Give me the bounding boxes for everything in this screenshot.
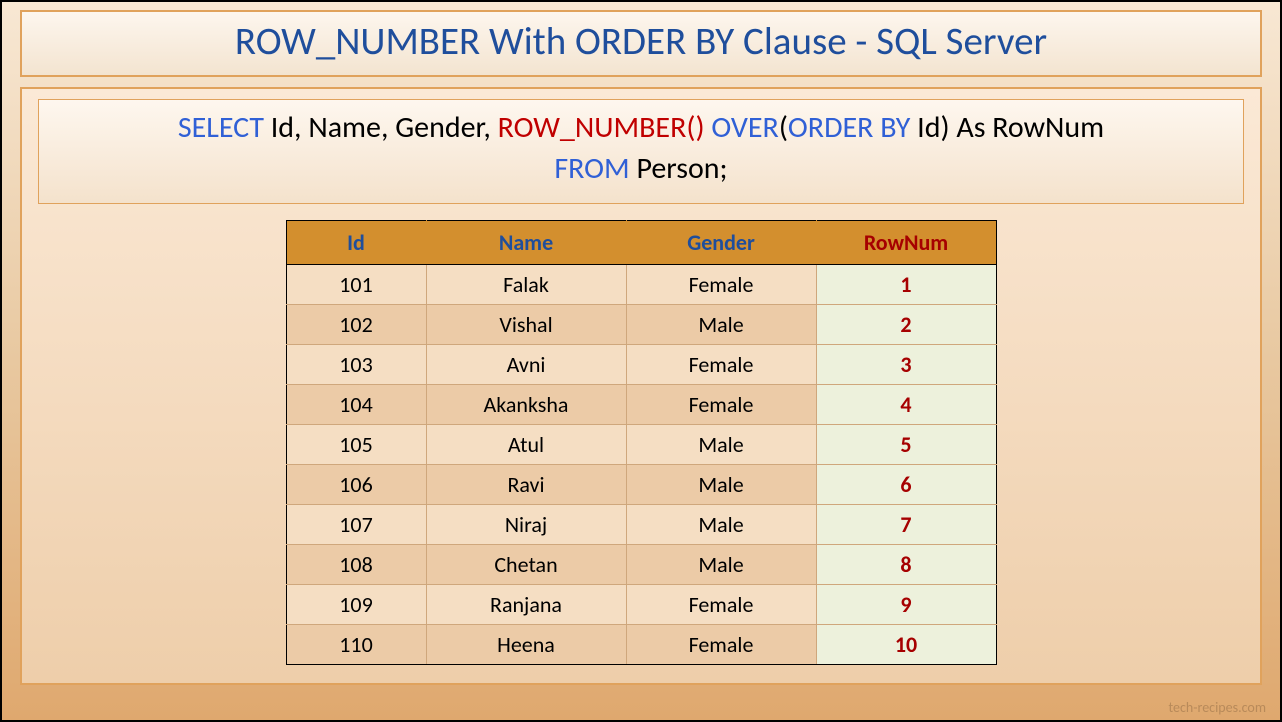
- cell-gender: Male: [626, 505, 816, 545]
- table-row: 107NirajMale7: [286, 505, 996, 545]
- cell-id: 101: [286, 265, 426, 305]
- query-columns: Id, Name, Gender,: [264, 109, 498, 146]
- cell-name: Ravi: [426, 465, 626, 505]
- cell-id: 103: [286, 345, 426, 385]
- cell-rownum: 5: [816, 425, 996, 465]
- table-row: 110HeenaFemale10: [286, 625, 996, 665]
- cell-rownum: 8: [816, 545, 996, 585]
- kw-rownumber: ROW_NUMBER(): [498, 109, 705, 146]
- cell-rownum: 3: [816, 345, 996, 385]
- table-row: 102VishalMale2: [286, 305, 996, 345]
- content-panel: SELECT Id, Name, Gender, ROW_NUMBER() OV…: [20, 87, 1262, 685]
- kw-over: OVER: [705, 109, 779, 146]
- cell-id: 104: [286, 385, 426, 425]
- table-row: 103AvniFemale3: [286, 345, 996, 385]
- cell-name: Ranjana: [426, 585, 626, 625]
- from-table: Person;: [630, 150, 728, 187]
- cell-gender: Male: [626, 305, 816, 345]
- table-row: 109RanjanaFemale9: [286, 585, 996, 625]
- cell-rownum: 1: [816, 265, 996, 305]
- cell-gender: Male: [626, 425, 816, 465]
- alias: As RowNum: [950, 109, 1105, 146]
- col-name: Name: [426, 221, 626, 265]
- cell-id: 102: [286, 305, 426, 345]
- page-title: ROW_NUMBER With ORDER BY Clause - SQL Se…: [235, 18, 1047, 65]
- paren-close: ): [940, 109, 949, 146]
- cell-id: 105: [286, 425, 426, 465]
- result-table: Id Name Gender RowNum 101FalakFemale1102…: [286, 220, 997, 665]
- table-row: 101FalakFemale1: [286, 265, 996, 305]
- cell-name: Niraj: [426, 505, 626, 545]
- col-rownum: RowNum: [816, 221, 996, 265]
- cell-id: 110: [286, 625, 426, 665]
- cell-name: Akanksha: [426, 385, 626, 425]
- kw-orderby: ORDER BY: [788, 109, 910, 146]
- table-row: 104AkankshaFemale4: [286, 385, 996, 425]
- col-id: Id: [286, 221, 426, 265]
- cell-gender: Female: [626, 385, 816, 425]
- orderby-col: Id: [910, 109, 940, 146]
- cell-id: 106: [286, 465, 426, 505]
- table-row: 105AtulMale5: [286, 425, 996, 465]
- cell-rownum: 4: [816, 385, 996, 425]
- cell-rownum: 6: [816, 465, 996, 505]
- cell-name: Chetan: [426, 545, 626, 585]
- cell-name: Heena: [426, 625, 626, 665]
- table-row: 108ChetanMale8: [286, 545, 996, 585]
- cell-id: 107: [286, 505, 426, 545]
- cell-name: Atul: [426, 425, 626, 465]
- cell-name: Vishal: [426, 305, 626, 345]
- cell-rownum: 10: [816, 625, 996, 665]
- cell-rownum: 2: [816, 305, 996, 345]
- watermark: tech-recipes.com: [1168, 699, 1266, 716]
- cell-gender: Female: [626, 625, 816, 665]
- col-gender: Gender: [626, 221, 816, 265]
- paren-open: (: [779, 109, 788, 146]
- cell-gender: Female: [626, 265, 816, 305]
- cell-rownum: 7: [816, 505, 996, 545]
- cell-gender: Female: [626, 345, 816, 385]
- kw-from: FROM: [554, 150, 629, 187]
- cell-rownum: 9: [816, 585, 996, 625]
- cell-name: Falak: [426, 265, 626, 305]
- cell-gender: Male: [626, 465, 816, 505]
- cell-gender: Male: [626, 545, 816, 585]
- sql-query: SELECT Id, Name, Gender, ROW_NUMBER() OV…: [38, 99, 1244, 204]
- cell-name: Avni: [426, 345, 626, 385]
- cell-id: 108: [286, 545, 426, 585]
- table-row: 106RaviMale6: [286, 465, 996, 505]
- cell-id: 109: [286, 585, 426, 625]
- cell-gender: Female: [626, 585, 816, 625]
- title-panel: ROW_NUMBER With ORDER BY Clause - SQL Se…: [20, 10, 1262, 77]
- kw-select: SELECT: [178, 109, 264, 146]
